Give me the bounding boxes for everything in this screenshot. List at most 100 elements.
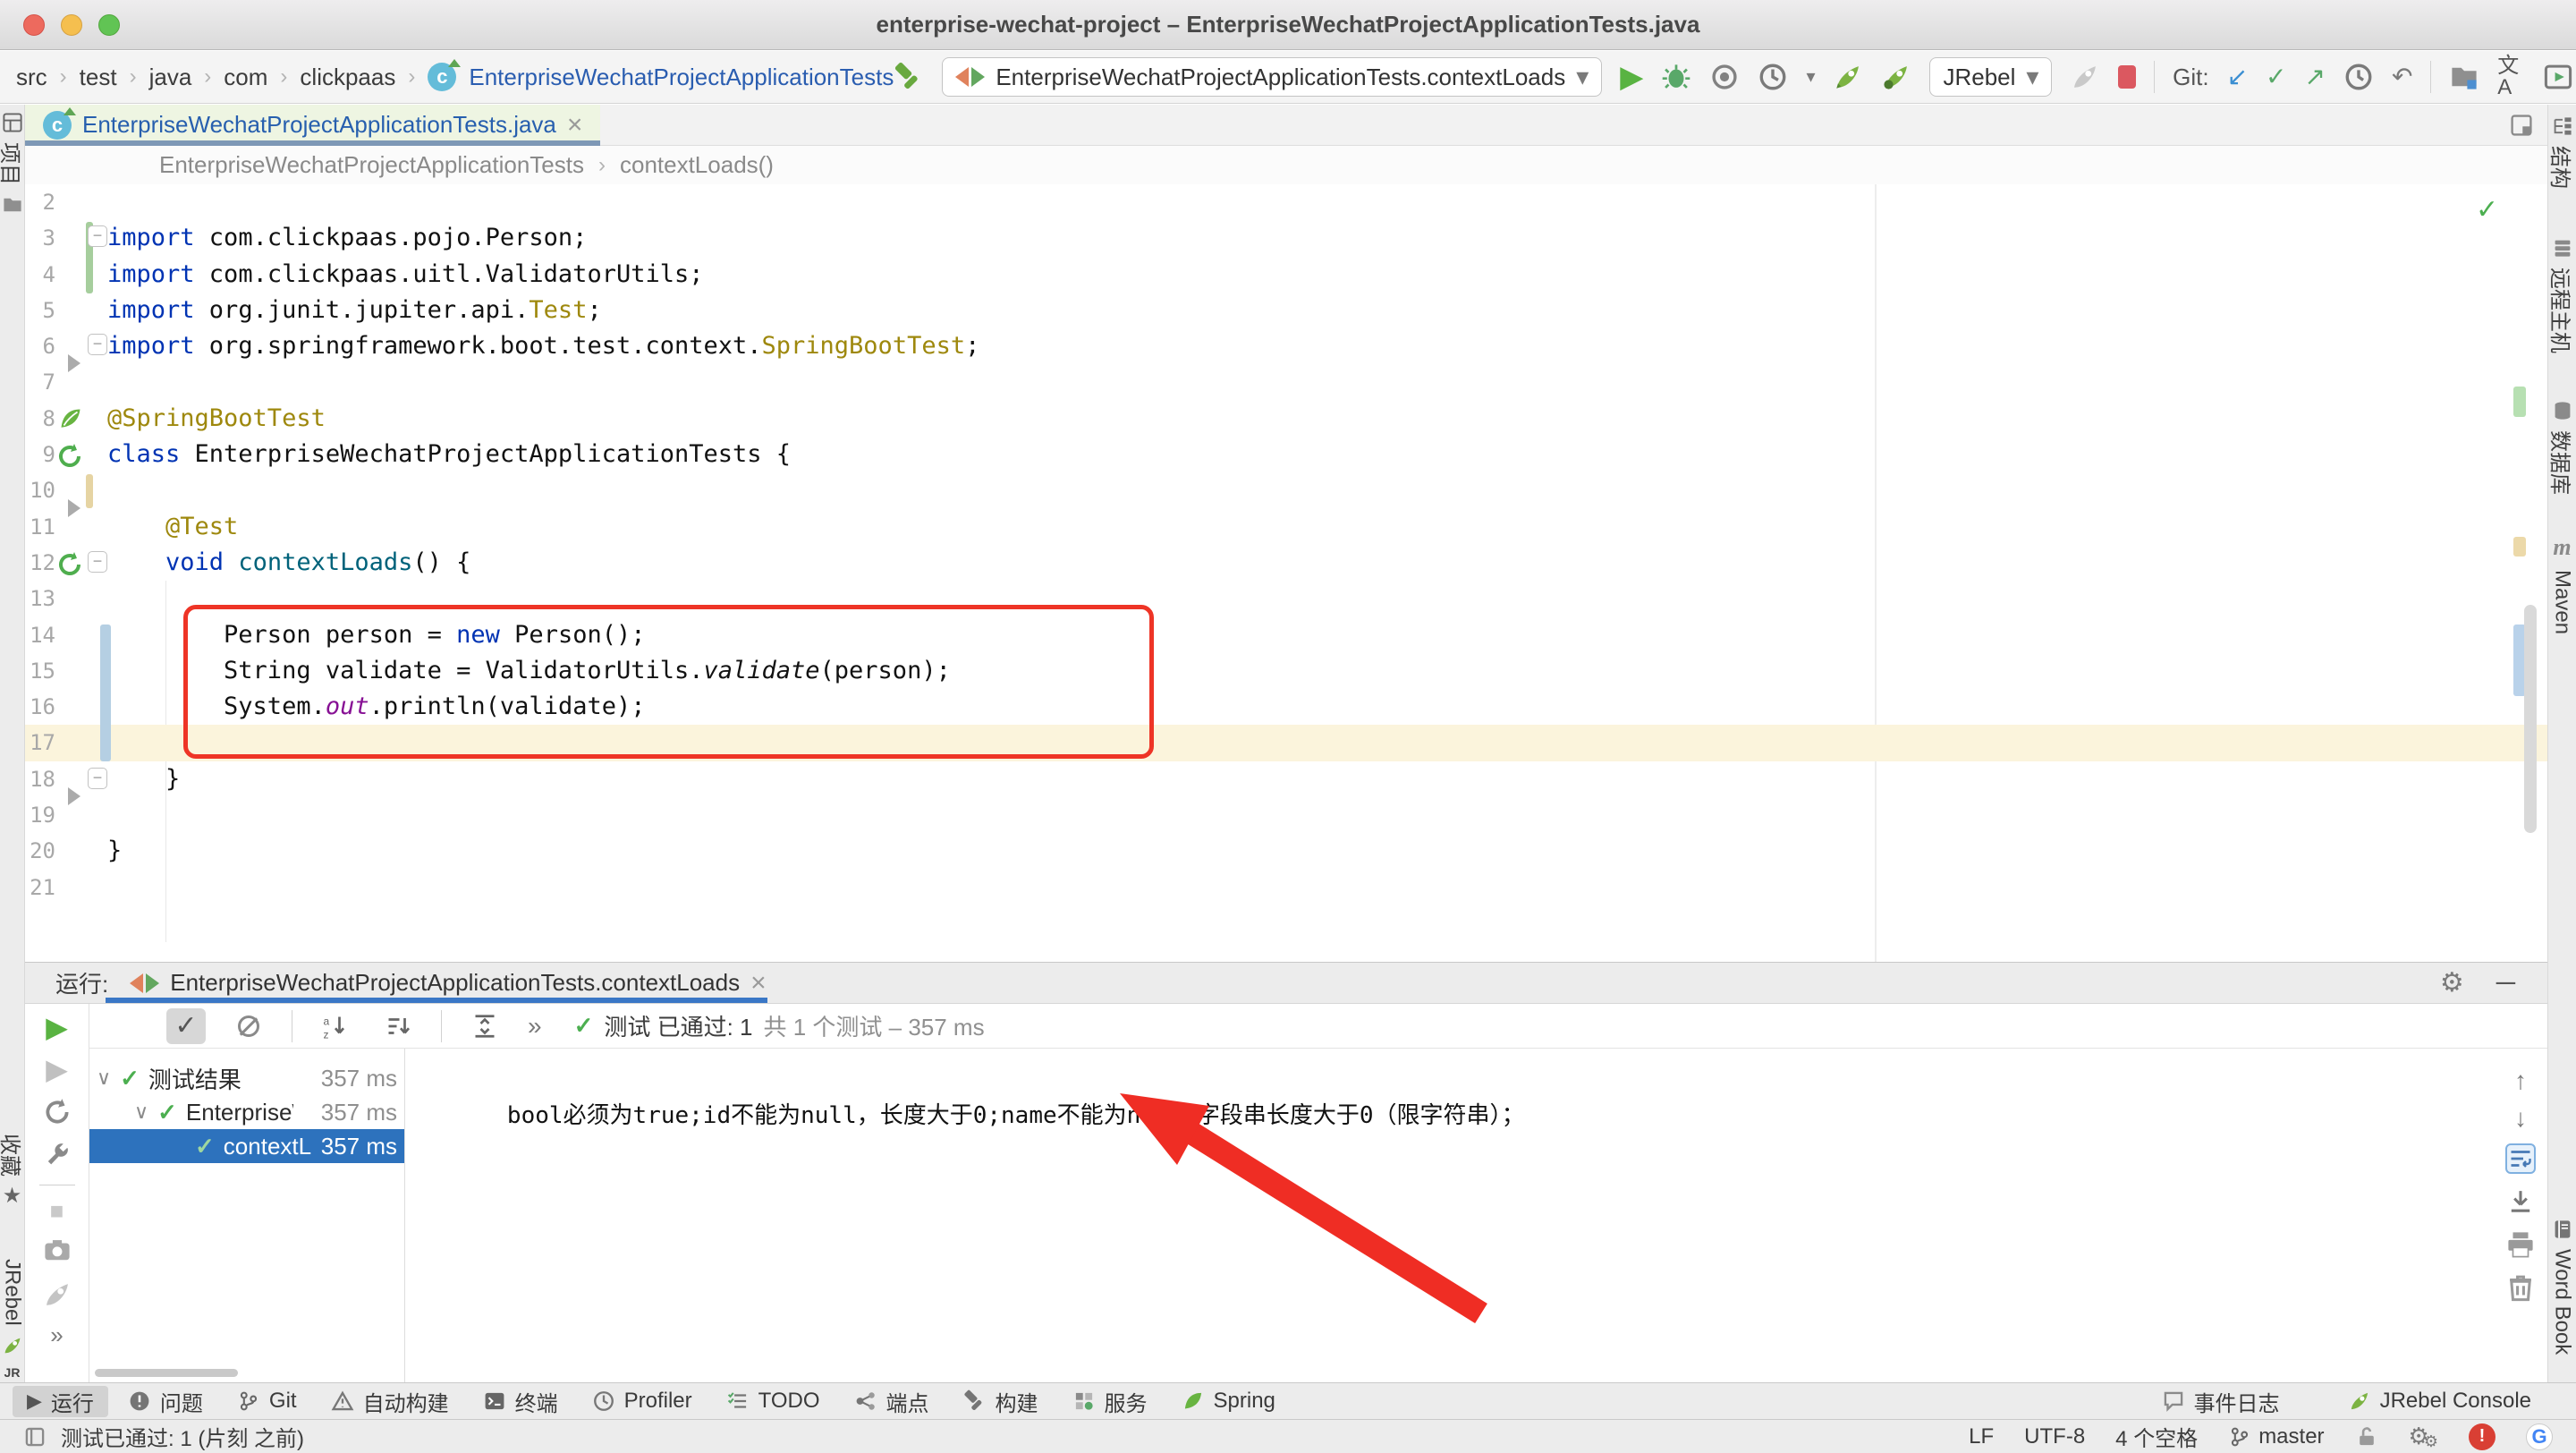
code-editor[interactable]: 23import com.clickpaas.pojo.Person;4impo…	[25, 184, 2547, 962]
breadcrumb-item[interactable]: src	[16, 64, 47, 91]
inspections-ok-icon[interactable]: ✓	[2476, 197, 2498, 224]
sort-by-duration-button[interactable]	[378, 1008, 418, 1044]
scroll-to-end-icon[interactable]	[2505, 1186, 2536, 1217]
breadcrumb-class[interactable]: EnterpriseWechatProjectApplicationTests	[469, 64, 894, 91]
expand-collapse-button[interactable]	[465, 1008, 504, 1044]
show-ignored-toggle[interactable]	[229, 1008, 268, 1044]
camera-icon[interactable]	[42, 1236, 72, 1266]
code-line[interactable]: 18 }	[25, 761, 2547, 797]
run-button[interactable]: ▶	[1620, 62, 1643, 92]
toolbar-item-services[interactable]: 服务	[1058, 1386, 1162, 1417]
code-line[interactable]: 21	[25, 870, 2547, 905]
soft-wrap-toggle[interactable]	[2505, 1143, 2536, 1174]
hide-windows-icon[interactable]	[2510, 114, 2533, 137]
chevron-down-icon[interactable]: ▾	[1806, 68, 1815, 86]
trash-icon[interactable]	[2505, 1272, 2536, 1303]
gutter-arrow-icon[interactable]	[68, 787, 80, 805]
code-line[interactable]: 9class EnterpriseWechatProjectApplicatio…	[25, 437, 2547, 472]
code-line[interactable]: 6import org.springframework.boot.test.co…	[25, 328, 2547, 364]
git-commit-icon[interactable]: ✓	[2266, 64, 2286, 89]
jrebel-select[interactable]: JRebel ▾	[1929, 57, 2052, 97]
line-separator-indicator[interactable]: LF	[1969, 1424, 1994, 1449]
show-passed-toggle[interactable]: ✓	[166, 1008, 206, 1044]
gears-icon[interactable]: ⚙⚙	[2409, 1424, 2438, 1449]
sidebar-item-favorites[interactable]: 收藏 ★	[0, 1134, 24, 1207]
minimize-icon[interactable]: ─	[2496, 970, 2515, 997]
close-icon[interactable]: ×	[567, 112, 583, 139]
breadcrumb-class[interactable]: EnterpriseWechatProjectApplicationTests	[159, 151, 584, 179]
jrebel-run-icon[interactable]	[1833, 62, 1863, 92]
jrebel-console-button[interactable]: JRebel Console	[2334, 1386, 2546, 1417]
wrench-icon[interactable]	[42, 1141, 72, 1171]
code-line[interactable]: 4import com.clickpaas.uitl.ValidatorUtil…	[25, 257, 2547, 293]
code-line[interactable]: 5import org.junit.jupiter.api.Test;	[25, 293, 2547, 328]
encoding-indicator[interactable]: UTF-8	[2024, 1424, 2085, 1449]
print-icon[interactable]	[2505, 1229, 2536, 1260]
git-update-icon[interactable]: ↙	[2227, 64, 2248, 89]
sidebar-item-structure[interactable]: 结构	[2548, 115, 2576, 189]
indent-indicator[interactable]: 4 个空格	[2115, 1421, 2198, 1452]
more-icon[interactable]: »	[50, 1323, 63, 1347]
toolbar-item-git[interactable]: Git	[223, 1386, 311, 1417]
run-anything-icon[interactable]	[2543, 62, 2573, 92]
project-folder-icon[interactable]	[2449, 62, 2479, 92]
close-window-button[interactable]	[23, 14, 45, 36]
fold-marker[interactable]: −	[88, 334, 107, 355]
test-passed-run-icon[interactable]	[55, 550, 84, 579]
code-line[interactable]: 7	[25, 364, 2547, 400]
test-tree-row[interactable]: ∨ ✓ EnterpriseW 357 ms	[89, 1095, 404, 1129]
close-icon[interactable]: ×	[750, 970, 767, 997]
fold-marker[interactable]: −	[88, 768, 107, 789]
breadcrumb-method[interactable]: contextLoads()	[620, 151, 774, 179]
console-output[interactable]: bool必须为true;id不能为null，长度大于0;name不能为null,…	[405, 1049, 2496, 1382]
test-passed-run-icon[interactable]	[55, 442, 84, 471]
toolbar-item-autobuild[interactable]: 自动构建	[317, 1386, 463, 1417]
fold-marker[interactable]: −	[88, 225, 107, 247]
git-rollback-icon[interactable]: ↶	[2392, 64, 2412, 89]
stop-button[interactable]	[2118, 65, 2136, 89]
translate-icon[interactable]: 文A	[2497, 55, 2525, 98]
editor-scrollbar[interactable]	[2524, 605, 2537, 833]
breadcrumb-item[interactable]: com	[224, 64, 267, 91]
toolbar-item-terminal[interactable]: 终端	[469, 1386, 572, 1417]
gutter-arrow-icon[interactable]	[68, 354, 80, 372]
breadcrumb-item[interactable]: clickpaas	[300, 64, 395, 91]
arrow-down-icon[interactable]: ↓	[2514, 1106, 2527, 1131]
gutter-arrow-icon[interactable]	[68, 499, 80, 517]
breadcrumb-item[interactable]: java	[149, 64, 192, 91]
gear-icon[interactable]: ⚙	[2440, 970, 2464, 997]
tab-test-file[interactable]: c EnterpriseWechatProjectApplicationTest…	[25, 105, 600, 145]
profiler-clock-icon[interactable]	[1758, 62, 1788, 92]
sidebar-item-remote-host[interactable]: 远程主机	[2548, 237, 2576, 353]
sidebar-item-jrebel[interactable]: JRebel JR	[0, 1259, 24, 1380]
fold-marker[interactable]: −	[88, 551, 107, 573]
git-history-icon[interactable]	[2343, 62, 2374, 92]
debug-button[interactable]	[1661, 62, 1691, 92]
sidebar-item-database[interactable]: 数据库	[2548, 400, 2576, 495]
chevron-down-icon[interactable]: ∨	[97, 1066, 111, 1090]
test-tree-row-selected[interactable]: ✓ contextL 357 ms	[89, 1129, 404, 1163]
code-line[interactable]: 20}	[25, 833, 2547, 869]
test-tree-row[interactable]: ∨ ✓ 测试结果 357 ms	[89, 1061, 404, 1095]
minimize-window-button[interactable]	[61, 14, 82, 36]
code-line[interactable]: 3import com.clickpaas.pojo.Person;	[25, 220, 2547, 256]
more-icon[interactable]: »	[528, 1014, 542, 1039]
build-hammer-icon[interactable]	[894, 62, 924, 92]
rerun-button[interactable]: ▶	[46, 1013, 68, 1041]
code-line[interactable]: 8@SpringBootTest	[25, 401, 2547, 437]
horizontal-scrollbar[interactable]	[95, 1369, 238, 1377]
red-badge-icon[interactable]: !	[2469, 1423, 2496, 1450]
toolbar-item-endpoints[interactable]: 端点	[840, 1386, 944, 1417]
auto-rerun-icon[interactable]	[42, 1097, 72, 1127]
code-line[interactable]: 19	[25, 797, 2547, 833]
breadcrumb-item[interactable]: test	[80, 64, 117, 91]
sidebar-item-project[interactable]: 项目	[0, 112, 24, 216]
chevron-down-icon[interactable]: ∨	[134, 1100, 148, 1124]
toolbar-item-build[interactable]: 构建	[949, 1386, 1053, 1417]
window-frame-icon[interactable]	[23, 1425, 47, 1449]
toolbar-item-problems[interactable]: 问题	[114, 1386, 217, 1417]
git-branch-widget[interactable]: master	[2228, 1424, 2324, 1449]
sidebar-item-maven[interactable]: m Maven	[2548, 534, 2576, 634]
code-line[interactable]: 11 @Test	[25, 509, 2547, 545]
event-log-button[interactable]: 事件日志	[2148, 1386, 2294, 1417]
